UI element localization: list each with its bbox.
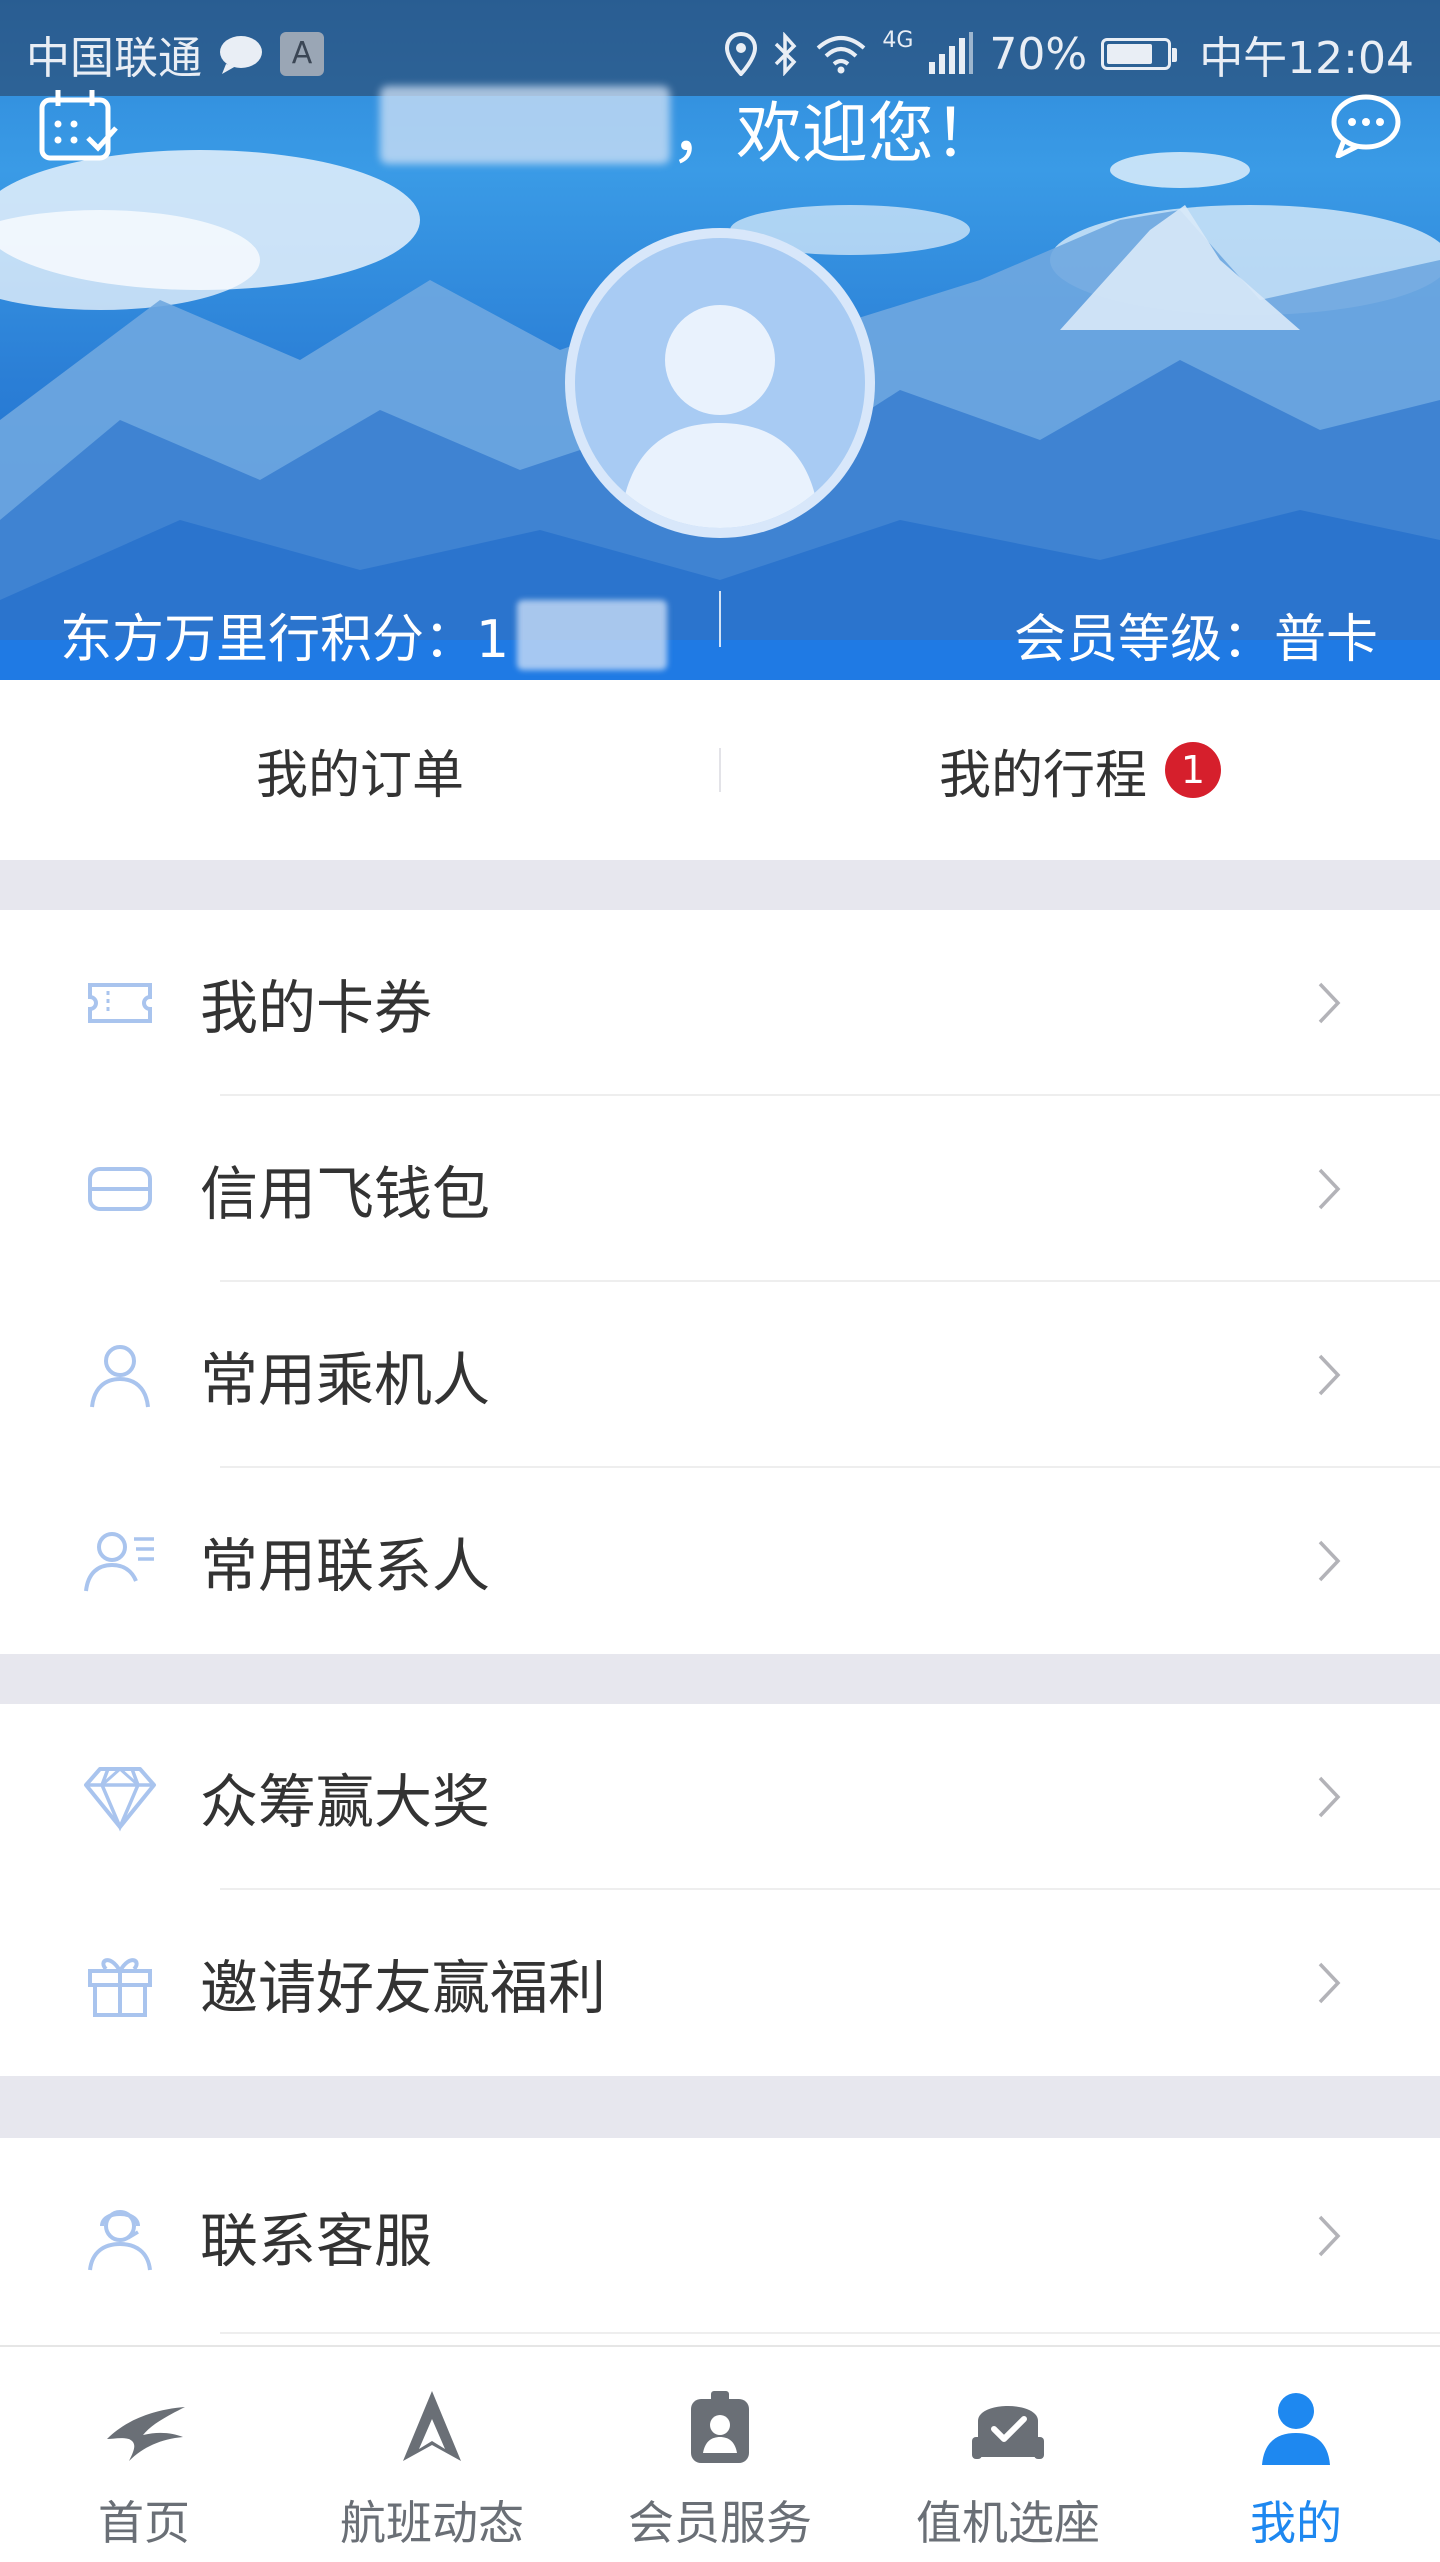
chevron-right-icon bbox=[1318, 1168, 1341, 1210]
network-type: 4G bbox=[882, 27, 914, 53]
chevron-right-icon bbox=[1318, 982, 1341, 1024]
location-icon bbox=[725, 32, 758, 76]
row-divider bbox=[220, 2332, 1440, 2334]
nav-label: 值机选座 bbox=[916, 2496, 1100, 2550]
chevron-right-icon bbox=[1318, 2215, 1341, 2257]
profile-header: 中国联通 A 4G 70% 中午12:04 ，欢迎您！ 东方万里行积分：1 会员… bbox=[0, 0, 1440, 680]
battery-icon bbox=[1101, 38, 1178, 70]
wallet-card-icon bbox=[88, 1167, 152, 1211]
menu-item-coupons[interactable]: 我的卡券 bbox=[0, 910, 1440, 1096]
my-orders-label: 我的订单 bbox=[255, 745, 464, 806]
menu-item-label: 联系客服 bbox=[200, 2207, 433, 2275]
menu-group-3: 联系客服 bbox=[0, 2138, 1440, 2334]
chevron-right-icon bbox=[1318, 1776, 1341, 1818]
orders-trips-row: 我的订单 我的行程 1 bbox=[0, 680, 1440, 860]
menu-item-wallet[interactable]: 信用飞钱包 bbox=[0, 1096, 1440, 1282]
headset-person-icon bbox=[88, 2210, 152, 2271]
menu-item-invite[interactable]: 邀请好友赢福利 bbox=[0, 1890, 1440, 2076]
nav-label: 会员服务 bbox=[628, 2496, 812, 2550]
profile-icon bbox=[1262, 2393, 1330, 2465]
nav-label: 首页 bbox=[98, 2496, 190, 2550]
seat-check-icon bbox=[972, 2406, 1044, 2459]
points-divider bbox=[719, 591, 721, 647]
points-value-masked bbox=[517, 599, 668, 670]
plane-arrow-icon bbox=[403, 2391, 461, 2461]
points-link[interactable]: 东方万里行积分：1 bbox=[60, 597, 668, 672]
menu-item-label: 常用联系人 bbox=[200, 1532, 491, 1600]
menu-group-2: 众筹赢大奖 邀请好友赢福利 bbox=[0, 1704, 1440, 2076]
calendar-check-icon[interactable] bbox=[38, 88, 120, 162]
nav-label: 我的 bbox=[1250, 2496, 1342, 2550]
my-trips-button[interactable]: 我的行程 1 bbox=[720, 680, 1440, 860]
menu-item-label: 我的卡券 bbox=[200, 974, 433, 1042]
menu-item-label: 邀请好友赢福利 bbox=[200, 1954, 607, 2022]
menu-item-crowdfunding[interactable]: 众筹赢大奖 bbox=[0, 1704, 1440, 1890]
my-orders-button[interactable]: 我的订单 bbox=[0, 680, 720, 860]
swallow-logo-icon bbox=[107, 2407, 185, 2461]
points-bar: 东方万里行积分：1 会员等级：普卡 bbox=[0, 585, 1440, 680]
member-card-icon bbox=[691, 2391, 749, 2463]
menu-item-contacts[interactable]: 常用联系人 bbox=[0, 1468, 1440, 1654]
nav-mine[interactable]: 我的 bbox=[1152, 2347, 1440, 2562]
chevron-right-icon bbox=[1318, 1962, 1341, 2004]
wifi-icon bbox=[817, 36, 866, 74]
person-icon bbox=[90, 1345, 150, 1408]
section-gap bbox=[0, 1654, 1440, 1704]
chat-bubble-icon bbox=[220, 36, 262, 74]
username-masked bbox=[380, 86, 670, 164]
ticket-icon bbox=[88, 983, 152, 1023]
nav-member-service[interactable]: 会员服务 bbox=[576, 2347, 864, 2562]
clock: 中午12:04 bbox=[1199, 33, 1414, 84]
nav-flight-status[interactable]: 航班动态 bbox=[288, 2347, 576, 2562]
gift-icon bbox=[88, 1958, 152, 2017]
carrier-name: 中国联通 bbox=[26, 33, 202, 84]
bottom-navigation: 首页 航班动态 会员服务 值机选座 我的 bbox=[0, 2345, 1440, 2562]
nav-label: 航班动态 bbox=[340, 2496, 524, 2550]
section-gap bbox=[0, 860, 1440, 910]
member-level[interactable]: 会员等级：普卡 bbox=[1014, 597, 1378, 672]
menu-item-label: 信用飞钱包 bbox=[200, 1160, 491, 1228]
menu-group-1: 我的卡券 信用飞钱包 常用乘机人 常用联系人 bbox=[0, 910, 1440, 1654]
section-gap bbox=[0, 2076, 1440, 2138]
bluetooth-icon bbox=[775, 32, 797, 76]
nav-home[interactable]: 首页 bbox=[0, 2347, 288, 2562]
nav-checkin-seat[interactable]: 值机选座 bbox=[864, 2347, 1152, 2562]
input-method-badge: A bbox=[280, 32, 324, 76]
battery-percent: 70% bbox=[989, 28, 1088, 80]
signal-icon bbox=[929, 32, 974, 74]
contact-list-icon bbox=[84, 1532, 154, 1592]
welcome-text: ，欢迎您！ bbox=[670, 95, 1000, 172]
points-label: 东方万里行积分：1 bbox=[60, 610, 510, 670]
my-trips-label: 我的行程 bbox=[938, 745, 1147, 806]
trips-count-badge: 1 bbox=[1165, 742, 1221, 798]
chevron-right-icon bbox=[1318, 1540, 1341, 1582]
menu-item-label: 常用乘机人 bbox=[200, 1346, 491, 1414]
menu-item-passengers[interactable]: 常用乘机人 bbox=[0, 1282, 1440, 1468]
message-icon[interactable] bbox=[1330, 92, 1402, 158]
diamond-icon bbox=[84, 1767, 156, 1832]
menu-item-customer-service[interactable]: 联系客服 bbox=[0, 2138, 1440, 2334]
default-user-icon bbox=[620, 305, 820, 528]
avatar[interactable] bbox=[565, 228, 875, 538]
chevron-right-icon bbox=[1318, 1354, 1341, 1396]
menu-item-label: 众筹赢大奖 bbox=[200, 1768, 491, 1836]
